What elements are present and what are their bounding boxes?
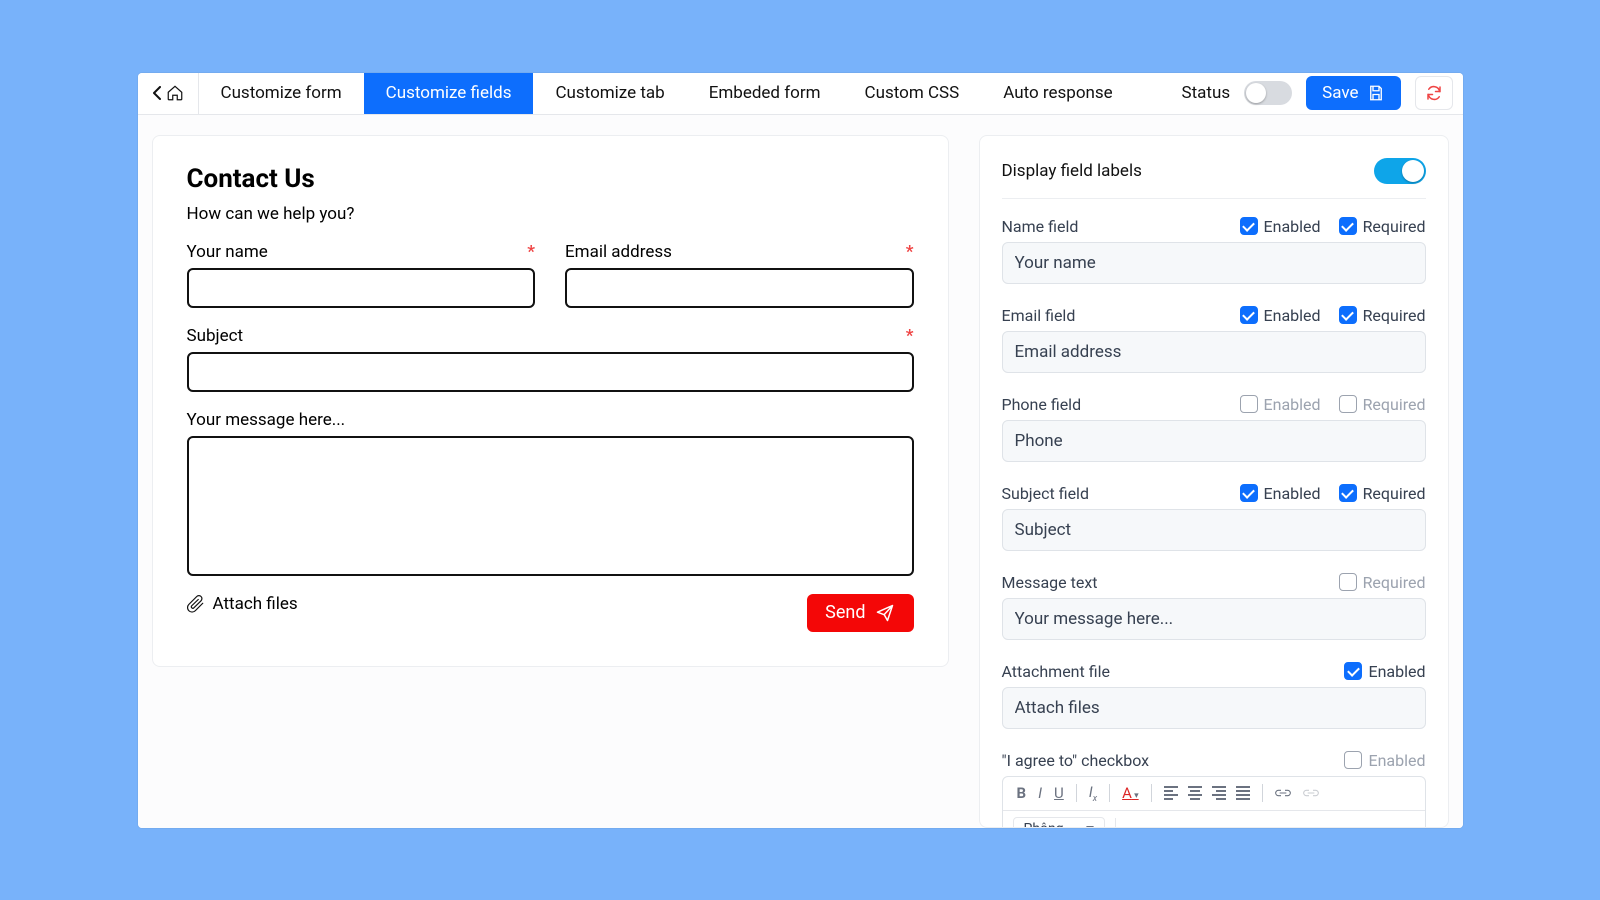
checkbox-required[interactable]: Required <box>1339 217 1426 236</box>
field-label-input-attachment[interactable] <box>1002 687 1426 729</box>
nav-home-group <box>138 73 199 114</box>
status-label: Status <box>1182 83 1231 103</box>
subject-label: Subject <box>187 326 244 346</box>
link-icon[interactable] <box>1275 787 1291 799</box>
field-title: Message text <box>1002 573 1098 592</box>
field-config-email: Email field Enabled Required <box>1002 306 1426 373</box>
checkbox-enabled[interactable]: Enabled <box>1240 217 1321 236</box>
checkbox-enabled[interactable]: Enabled <box>1240 484 1321 503</box>
field-config-name: Name field Enabled Required <box>1002 217 1426 284</box>
tab-embeded-form[interactable]: Embeded form <box>687 73 843 114</box>
checkbox-required[interactable]: Required <box>1339 395 1426 414</box>
field-label-input-message[interactable] <box>1002 598 1426 640</box>
checkbox-enabled[interactable]: Enabled <box>1240 395 1321 414</box>
display-labels-title: Display field labels <box>1002 161 1142 181</box>
field-config-attachment: Attachment file Enabled <box>1002 662 1426 729</box>
fields-list: Name field Enabled Required Email field Enab… <box>1002 217 1426 828</box>
app-frame: Customize formCustomize fieldsCustomize … <box>138 73 1463 828</box>
field-title: Subject field <box>1002 484 1089 503</box>
paper-plane-icon <box>874 603 896 623</box>
tab-custom-css[interactable]: Custom CSS <box>843 73 982 114</box>
field-label-input-name[interactable] <box>1002 242 1426 284</box>
align-right-icon[interactable] <box>1212 786 1226 800</box>
reset-button[interactable] <box>1415 76 1453 110</box>
checkbox-enabled[interactable]: Enabled <box>1344 751 1425 770</box>
status-toggle[interactable] <box>1244 81 1292 105</box>
subject-input[interactable] <box>187 352 914 392</box>
field-title: Email field <box>1002 306 1076 325</box>
field-label-input-subject[interactable] <box>1002 509 1426 551</box>
save-icon <box>1367 84 1385 102</box>
display-labels-toggle[interactable] <box>1374 158 1426 184</box>
checkbox-required[interactable]: Required <box>1339 573 1426 592</box>
home-icon[interactable] <box>166 84 184 102</box>
email-label: Email address <box>565 242 672 262</box>
align-justify-icon[interactable] <box>1236 786 1250 800</box>
field-title: Name field <box>1002 217 1079 236</box>
field-config-subject: Subject field Enabled Required <box>1002 484 1426 551</box>
tab-customize-fields[interactable]: Customize fields <box>364 73 534 114</box>
align-center-icon[interactable] <box>1188 786 1202 800</box>
italic-icon[interactable]: I <box>1038 784 1042 802</box>
field-title: Attachment file <box>1002 662 1110 681</box>
field-config-message: Message text Required <box>1002 573 1426 640</box>
toolbar-right: Status Save <box>1182 73 1463 114</box>
body: Contact Us How can we help you? Your nam… <box>138 115 1463 828</box>
bold-icon[interactable]: B <box>1017 784 1027 802</box>
name-input[interactable] <box>187 268 536 308</box>
send-button[interactable]: Send <box>807 594 913 632</box>
attach-files-link[interactable]: Attach files <box>187 594 298 614</box>
email-input[interactable] <box>565 268 914 308</box>
form-subtitle: How can we help you? <box>187 204 914 224</box>
underline-icon[interactable]: U <box>1054 784 1064 802</box>
tabs: Customize formCustomize fieldsCustomize … <box>199 73 1135 114</box>
paperclip-icon <box>187 595 205 613</box>
required-star: * <box>527 242 535 262</box>
field-title: Phone field <box>1002 395 1082 414</box>
tab-auto-response[interactable]: Auto response <box>981 73 1135 114</box>
save-button[interactable]: Save <box>1306 76 1400 110</box>
text-color-icon[interactable]: A ▾ <box>1122 784 1139 802</box>
save-button-label: Save <box>1322 83 1358 103</box>
tab-customize-tab[interactable]: Customize tab <box>533 73 686 114</box>
required-star: * <box>906 242 914 262</box>
send-button-label: Send <box>825 602 865 623</box>
checkbox-required[interactable]: Required <box>1339 484 1426 503</box>
checkbox-enabled[interactable]: Enabled <box>1344 662 1425 681</box>
required-star: * <box>906 326 914 346</box>
field-config-phone: Phone field Enabled Required <box>1002 395 1426 462</box>
form-preview: Contact Us How can we help you? Your nam… <box>152 135 949 667</box>
back-icon[interactable] <box>152 86 162 100</box>
rte-toolbar: BIU Ix A ▾ <box>1003 777 1425 811</box>
clear-format-icon[interactable]: Ix <box>1089 783 1097 804</box>
field-label-input-email[interactable] <box>1002 331 1426 373</box>
tab-customize-form[interactable]: Customize form <box>199 73 364 114</box>
font-select[interactable]: Phông <box>1013 817 1105 828</box>
field-title: "I agree to" checkbox <box>1002 751 1150 770</box>
name-label: Your name <box>187 242 268 262</box>
checkbox-enabled[interactable]: Enabled <box>1240 306 1321 325</box>
field-settings: Display field labels Name field Enabled Re… <box>979 135 1449 828</box>
field-config-agree: "I agree to" checkbox Enabled BIU Ix A ▾ Phôn… <box>1002 751 1426 828</box>
message-label: Your message here... <box>187 410 346 430</box>
message-textarea[interactable] <box>187 436 914 576</box>
field-label-input-phone[interactable] <box>1002 420 1426 462</box>
unlink-icon[interactable] <box>1303 787 1319 799</box>
refresh-icon <box>1425 84 1443 102</box>
attach-files-label: Attach files <box>213 594 298 614</box>
checkbox-required[interactable]: Required <box>1339 306 1426 325</box>
form-title: Contact Us <box>187 164 914 194</box>
align-left-icon[interactable] <box>1164 786 1178 800</box>
rte: BIU Ix A ▾ Phông <box>1002 776 1426 828</box>
toolbar: Customize formCustomize fieldsCustomize … <box>138 73 1463 115</box>
